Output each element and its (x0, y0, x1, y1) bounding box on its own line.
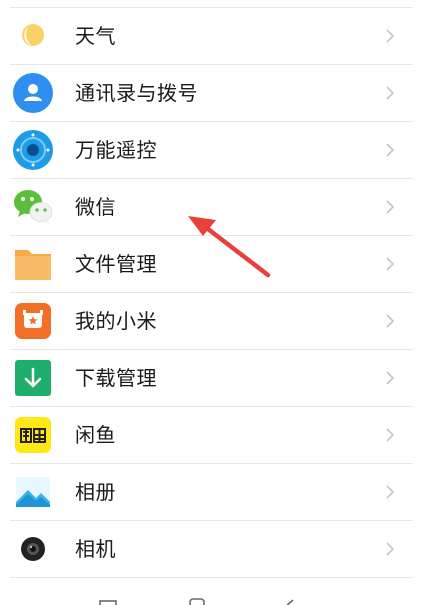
list-item-label: 万能遥控 (75, 138, 157, 162)
folder-icon (15, 250, 51, 280)
navigation-bar (99, 598, 294, 605)
chevron-right-icon (386, 257, 395, 271)
list-item-remote[interactable]: 万能遥控 (0, 122, 421, 179)
recent-apps-icon[interactable] (99, 600, 117, 605)
chevron-right-icon (386, 428, 395, 442)
list-item-wechat[interactable]: 微信 (0, 179, 421, 236)
mi-account-icon (15, 303, 51, 339)
list-item-label: 下载管理 (75, 366, 157, 390)
list-item-label: 闲鱼 (75, 423, 116, 447)
wechat-icon (14, 190, 53, 224)
list-item-label: 文件管理 (75, 252, 157, 276)
weather-sun-icon (22, 24, 44, 46)
home-icon[interactable] (189, 598, 205, 605)
camera-icon (21, 537, 45, 561)
chevron-right-icon (386, 542, 395, 556)
download-icon (15, 360, 51, 396)
chevron-right-icon (386, 29, 395, 43)
list-item-gallery[interactable]: 相册 (0, 464, 421, 521)
list-item-file-manager[interactable]: 文件管理 (0, 236, 421, 293)
divider (10, 577, 413, 578)
list-item-contacts[interactable]: 通讯录与拨号 (0, 65, 421, 122)
chevron-right-icon (386, 86, 395, 100)
chevron-right-icon (386, 314, 395, 328)
remote-control-icon (13, 130, 53, 170)
list-item-my-xiaomi[interactable]: 我的小米 (0, 293, 421, 350)
list-item-label: 相册 (75, 480, 116, 504)
xianyu-icon (15, 417, 51, 453)
list-item-label: 通讯录与拨号 (75, 81, 198, 105)
list-item-label: 我的小米 (75, 309, 157, 333)
contacts-icon (13, 73, 53, 113)
list-item-downloads[interactable]: 下载管理 (0, 350, 421, 407)
list-item-label: 微信 (75, 195, 116, 219)
chevron-right-icon (386, 371, 395, 385)
gallery-icon (16, 477, 50, 507)
list-item-label: 相机 (75, 537, 116, 561)
back-icon[interactable] (284, 599, 294, 605)
chevron-right-icon (386, 485, 395, 499)
chevron-right-icon (386, 143, 395, 157)
chevron-right-icon (386, 200, 395, 214)
list-item-xianyu[interactable]: 闲鱼 (0, 407, 421, 464)
list-item-label: 天气 (75, 24, 116, 48)
list-item-camera[interactable]: 相机 (0, 521, 421, 578)
list-item-weather[interactable]: 天气 (0, 8, 421, 65)
